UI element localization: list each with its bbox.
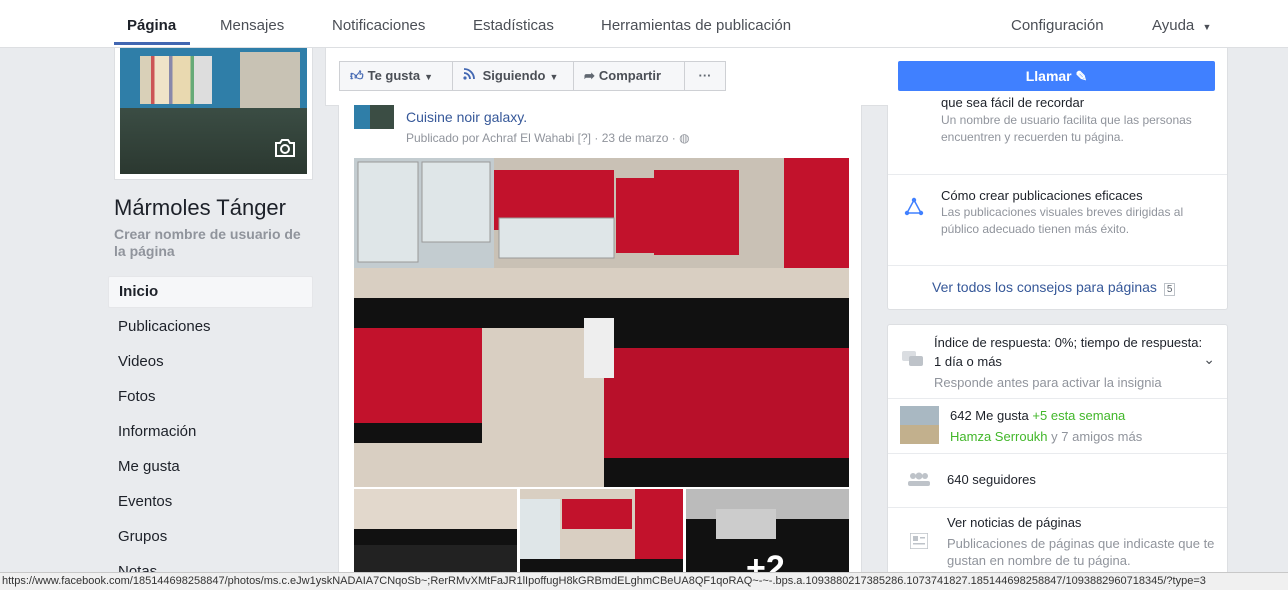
post-thumb-3-more[interactable]: +2	[686, 489, 849, 585]
response-rate: Índice de respuesta: 0%; tiempo de respu…	[934, 334, 1214, 370]
divider	[888, 265, 1227, 266]
response-hint: Responde antes para activar la insignia	[934, 375, 1162, 390]
network-icon	[904, 197, 924, 220]
post-date[interactable]: 23 de marzo	[602, 131, 669, 145]
chevron-down-icon[interactable]: ⌄	[1203, 351, 1215, 368]
post-author[interactable]: Achraf El Wahabi	[482, 131, 574, 145]
response-rate-line2: 1 día o más	[934, 354, 1002, 369]
post-card: Cuisine noir galaxy. Publicado por Achra…	[338, 105, 862, 585]
profile-image	[120, 48, 307, 174]
image-panel	[240, 52, 300, 108]
post-album-thumbnail[interactable]	[354, 105, 394, 129]
kitchen-photo-3	[520, 489, 683, 585]
page-title[interactable]: Mármoles Tánger	[114, 195, 286, 221]
tip2-title[interactable]: Cómo crear publicaciones eficaces	[941, 187, 1143, 204]
help-qmark[interactable]: [?]	[578, 131, 591, 145]
tip1-desc: Un nombre de usuario facilita que las pe…	[941, 113, 1192, 144]
see-all-tips-label: Ver todos los consejos para páginas	[932, 279, 1157, 295]
share-arrow-icon: ➦	[584, 68, 595, 83]
tab-pagina[interactable]: Página	[127, 17, 176, 34]
post-meta: Publicado por Achraf El Wahabi [?] · 23 …	[406, 131, 690, 145]
following-button[interactable]: Siguiendo ▼	[452, 61, 574, 91]
sidebar-item-videos[interactable]: Videos	[108, 346, 313, 381]
camera-icon[interactable]	[273, 138, 297, 164]
tab-herramientas[interactable]: Herramientas de publicación	[601, 17, 791, 34]
tab-estadisticas[interactable]: Estadísticas	[473, 17, 554, 34]
help-link[interactable]: Ayuda ▼	[1152, 17, 1211, 34]
create-username-link[interactable]: Crear nombre de usuario de la página	[114, 226, 314, 260]
sidebar-item-me-gusta[interactable]: Me gusta	[108, 451, 313, 486]
followers-icon	[908, 472, 930, 489]
news-title[interactable]: Ver noticias de páginas	[947, 514, 1081, 531]
divider	[888, 507, 1227, 508]
tip1-title: que sea fácil de recordar	[941, 97, 1085, 110]
globe-icon: ◍	[679, 131, 690, 145]
like-button[interactable]: 👍︎ Te gusta ▼	[339, 61, 453, 91]
news-feed-icon	[909, 532, 929, 552]
thumbs-up-icon: 👍︎	[350, 68, 364, 83]
likes-count-line: 642 Me gusta +5 esta semana	[950, 407, 1125, 424]
browser-status-bar: https://www.facebook.com/185144698258847…	[0, 572, 1288, 590]
call-label: Llamar	[1025, 68, 1072, 84]
divider	[888, 174, 1227, 175]
share-button[interactable]: ➦ Compartir	[573, 61, 685, 91]
divider	[888, 398, 1227, 399]
page-stats-card: Índice de respuesta: 0%; tiempo de respu…	[887, 324, 1228, 590]
friends-more[interactable]: y 7 amigos más	[1051, 429, 1142, 444]
response-rate-line1: Índice de respuesta: 0%; tiempo de respu…	[934, 335, 1203, 350]
friend-avatar[interactable]	[900, 406, 939, 444]
likes-week: +5 esta semana	[1032, 408, 1126, 423]
page-tips-card: que sea fácil de recordar Un nombre de u…	[887, 97, 1228, 310]
chevron-down-icon: ▼	[424, 72, 434, 82]
friends-like-line: Hamza Serroukh y 7 amigos más	[950, 428, 1142, 445]
image-samples	[140, 56, 212, 104]
post-main-photo[interactable]	[354, 158, 849, 487]
tip1-title-clip: que sea fácil de recordar	[941, 97, 1216, 111]
divider	[888, 453, 1227, 454]
tips-count-badge: 5	[1163, 283, 1176, 296]
settings-link[interactable]: Configuración	[1011, 17, 1104, 34]
share-label: Compartir	[598, 68, 662, 83]
tip2-desc: Las publicaciones visuales breves dirigi…	[941, 205, 1184, 236]
left-sidebar-nav: Inicio Publicaciones Videos Fotos Inform…	[108, 276, 313, 590]
more-options-button[interactable]: ···	[684, 61, 726, 91]
tab-notificaciones[interactable]: Notificaciones	[332, 17, 425, 34]
followers-count[interactable]: 640 seguidores	[947, 471, 1036, 488]
like-label: Te gusta	[367, 68, 421, 83]
following-label: Siguiendo	[482, 68, 546, 83]
post-thumb-1[interactable]	[354, 489, 517, 585]
post-title-link[interactable]: Cuisine noir galaxy.	[406, 109, 527, 125]
sidebar-item-eventos[interactable]: Eventos	[108, 486, 313, 521]
rss-icon	[463, 68, 479, 83]
active-tab-indicator	[114, 42, 190, 45]
page-top-nav: Página Mensajes Notificaciones Estadísti…	[0, 0, 1288, 48]
kitchen-photo-main	[354, 158, 849, 487]
post-thumb-2[interactable]	[520, 489, 683, 585]
kitchen-photo-2	[354, 489, 517, 585]
author-prefix: Publicado por	[406, 131, 480, 145]
chevron-down-icon: ▼	[549, 72, 559, 82]
sidebar-item-informacion[interactable]: Información	[108, 416, 313, 451]
tab-mensajes[interactable]: Mensajes	[220, 17, 284, 34]
news-desc: Publicaciones de páginas que indicaste q…	[947, 536, 1215, 568]
sidebar-item-grupos[interactable]: Grupos	[108, 521, 313, 556]
friend-name[interactable]: Hamza Serroukh	[950, 429, 1048, 444]
pencil-icon: ✎	[1075, 68, 1088, 84]
call-button[interactable]: Llamar ✎	[898, 61, 1215, 91]
help-label: Ayuda	[1152, 17, 1195, 34]
likes-count[interactable]: 642 Me gusta	[950, 408, 1029, 423]
chevron-down-icon: ▼	[1202, 22, 1212, 32]
sidebar-item-fotos[interactable]: Fotos	[108, 381, 313, 416]
sidebar-item-inicio[interactable]: Inicio	[108, 276, 313, 308]
profile-photo[interactable]	[114, 48, 313, 180]
see-all-tips-link[interactable]: Ver todos los consejos para páginas 5	[932, 279, 1176, 296]
sidebar-item-publicaciones[interactable]: Publicaciones	[108, 311, 313, 346]
chat-bubble-icon	[902, 351, 924, 372]
